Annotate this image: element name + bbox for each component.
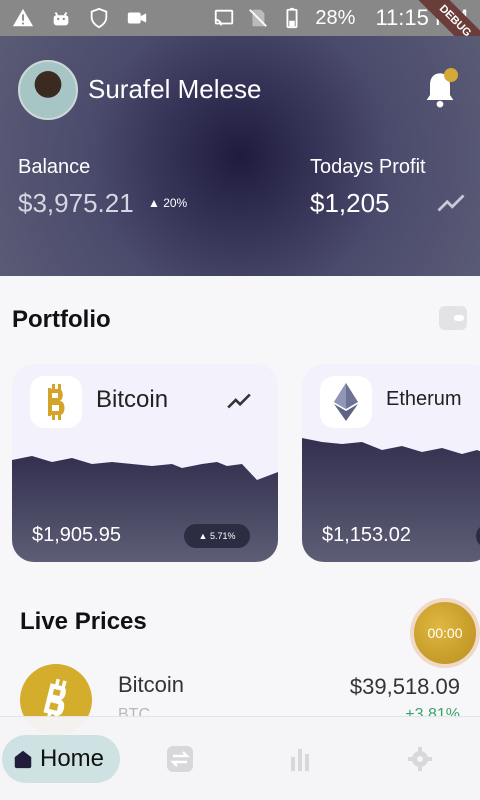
android-icon xyxy=(50,7,72,29)
nav-home[interactable]: Home xyxy=(2,735,120,783)
bar-chart-icon[interactable] xyxy=(286,745,314,773)
card-value: $1,153.02 xyxy=(322,524,411,546)
shield-icon xyxy=(88,7,110,29)
profit-label: Todays Profit xyxy=(310,156,426,178)
coin-price: $39,518.09 xyxy=(349,674,460,699)
balance-header: Surafel Melese Balance $3,975.21 ▲ 20% T… xyxy=(0,36,480,276)
notification-dot xyxy=(444,68,458,82)
bitcoin-icon xyxy=(30,376,82,428)
card-value: $1,905.95 xyxy=(32,524,121,546)
video-camera-icon xyxy=(126,7,148,29)
profit-value: $1,205 xyxy=(310,188,390,218)
trending-up-icon xyxy=(437,194,465,212)
battery-percent: 28% xyxy=(315,6,356,29)
home-icon xyxy=(14,750,32,769)
card-coin-name: Etherum xyxy=(386,388,462,410)
balance-change: ▲ 20% xyxy=(148,196,188,210)
battery-icon xyxy=(281,7,303,29)
wallet-icon[interactable] xyxy=(438,304,468,332)
bottom-nav: Home xyxy=(0,716,480,800)
balance-label: Balance xyxy=(18,156,91,178)
status-bar: 28% 11:15 PM DEBUG xyxy=(0,0,480,68)
card-change-badge: ▲ 5.71% xyxy=(184,524,250,548)
user-name: Surafel Melese xyxy=(88,74,262,104)
ethereum-icon xyxy=(320,376,372,428)
cast-icon xyxy=(213,7,235,29)
avatar[interactable] xyxy=(18,60,78,120)
portfolio-card-etherum[interactable]: Etherum $1,153.02 xyxy=(302,364,480,562)
warning-icon xyxy=(12,7,34,29)
trending-up-icon xyxy=(227,393,251,409)
settings-gear-icon[interactable] xyxy=(406,745,434,773)
portfolio-title: Portfolio xyxy=(12,306,111,333)
balance-value: $3,975.21 xyxy=(18,188,134,218)
refresh-timer[interactable]: 00:00 xyxy=(410,598,480,668)
live-prices-title: Live Prices xyxy=(20,608,147,635)
swap-icon[interactable] xyxy=(166,745,194,773)
portfolio-card-bitcoin[interactable]: Bitcoin $1,905.95 ▲ 5.71% xyxy=(12,364,278,562)
list-item[interactable]: Bitcoin BTC $39,518.09 +3.81% xyxy=(0,664,480,736)
coin-name: Bitcoin xyxy=(118,672,185,697)
nav-home-label: Home xyxy=(40,745,105,772)
card-coin-name: Bitcoin xyxy=(96,386,169,413)
no-sim-icon xyxy=(247,7,269,29)
